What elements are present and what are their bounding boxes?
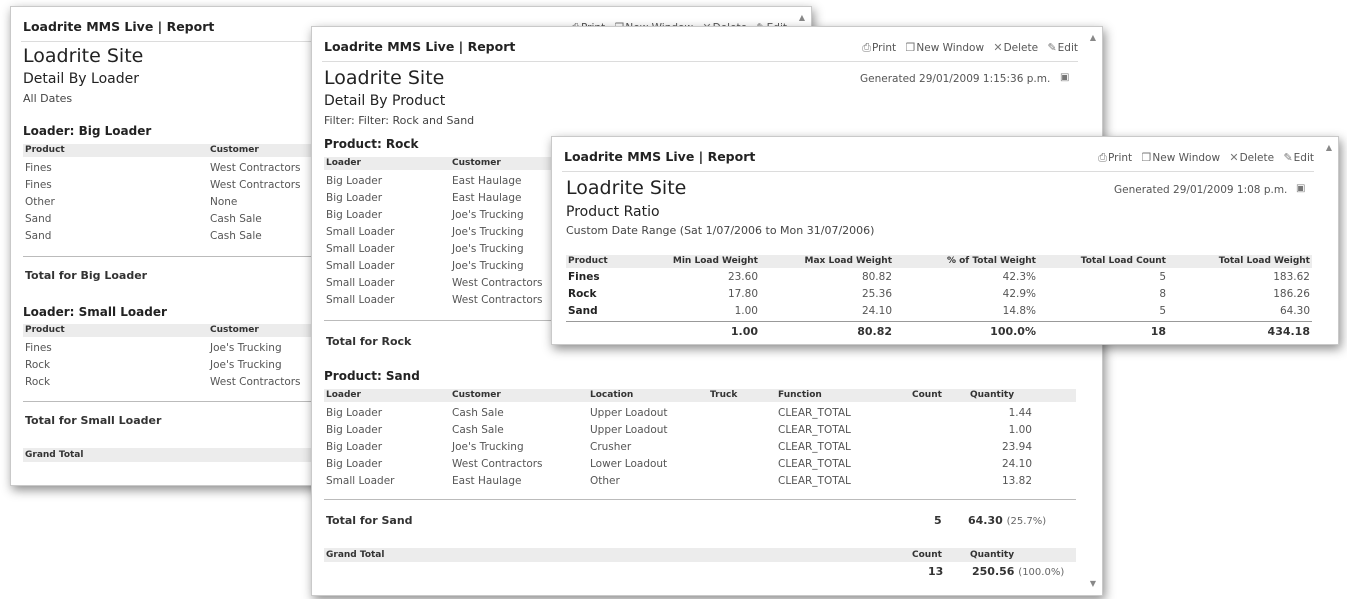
grand-total-quantity-header: Quantity	[970, 550, 1015, 560]
report-filter: All Dates	[23, 92, 73, 105]
print-button[interactable]: ⎙Print	[862, 41, 896, 55]
total-label-rock: Total for Rock	[326, 335, 412, 348]
column-header-loader: Loader	[326, 390, 361, 400]
scroll-up-icon[interactable]: ▲	[1086, 31, 1100, 45]
scroll-up-icon[interactable]: ▲	[795, 11, 809, 25]
table-header: Loader Customer Location Truck Function …	[324, 389, 1076, 402]
printer-icon: ⎙	[1098, 151, 1108, 164]
new-window-button[interactable]: ❐New Window	[906, 41, 985, 54]
total-label-sand: Total for Sand	[326, 514, 413, 527]
divider	[23, 256, 323, 257]
grand-total-label: Grand Total	[25, 450, 84, 460]
edit-icon: ✎	[1283, 151, 1293, 164]
window-header: Loadrite MMS Live | Report ⎙Print ❐New W…	[322, 37, 1078, 62]
grand-total-label: Grand Total	[326, 550, 385, 560]
total-label-big-loader: Total for Big Loader	[25, 269, 148, 282]
site-name: Loadrite Site	[324, 67, 445, 89]
grand-total-quantity: 250.56 (100.0%)	[972, 565, 1065, 578]
scroll-down-icon[interactable]: ▼	[1086, 577, 1100, 591]
column-header-truck: Truck	[710, 390, 738, 400]
delete-button[interactable]: ✕Delete	[1229, 151, 1274, 164]
divider	[566, 321, 1312, 322]
column-header-customer: Customer	[210, 145, 259, 155]
app-title: Loadrite MMS Live | Report	[324, 39, 516, 54]
grand-total-bar: Grand Total	[23, 448, 323, 462]
table-header: Product Customer	[23, 144, 323, 157]
edit-button[interactable]: ✎Edit	[1283, 151, 1314, 164]
column-header-customer: Customer	[452, 158, 501, 168]
report-filter: Custom Date Range (Sat 1/07/2006 to Mon …	[566, 224, 875, 237]
column-header-count: Count	[912, 390, 942, 400]
print-button[interactable]: ⎙Print	[1098, 151, 1132, 165]
column-header-customer: Customer	[210, 325, 259, 335]
column-header-product: Product	[25, 325, 65, 335]
site-name: Loadrite Site	[566, 177, 687, 199]
group-heading-sand: Product: Sand	[324, 369, 420, 383]
column-header-product: Product	[25, 145, 65, 155]
column-header-total-load-weight: Total Load Weight	[1218, 256, 1310, 266]
edit-button[interactable]: ✎Edit	[1047, 41, 1078, 54]
export-icon[interactable]: ▣	[1296, 183, 1305, 194]
new-window-button[interactable]: ❐New Window	[1142, 151, 1221, 164]
column-header-quantity: Quantity	[970, 390, 1015, 400]
column-header-loader: Loader	[326, 158, 361, 168]
column-header-function: Function	[778, 390, 822, 400]
window-actions: ⎙Print ❐New Window ✕Delete ✎Edit	[1092, 151, 1314, 165]
vertical-scrollbar[interactable]: ▲	[1322, 141, 1336, 340]
total-quantity-sand: 64.30 (25.7%)	[968, 514, 1047, 527]
total-label-small-loader: Total for Small Loader	[25, 414, 162, 427]
table-header: Product Min Load Weight Max Load Weight …	[566, 255, 1312, 268]
report-title: Detail By Product	[324, 93, 446, 109]
report-title: Detail By Loader	[23, 71, 139, 87]
app-title: Loadrite MMS Live | Report	[23, 19, 215, 34]
column-header-location: Location	[590, 390, 634, 400]
total-count-sand: 5	[934, 514, 942, 527]
column-header-customer: Customer	[452, 390, 501, 400]
delete-button[interactable]: ✕Delete	[993, 41, 1038, 54]
export-icon[interactable]: ▣	[1060, 72, 1069, 83]
divider	[23, 401, 323, 402]
generated-timestamp: Generated 29/01/2009 1:08 p.m.	[1114, 184, 1288, 196]
report-title: Product Ratio	[566, 204, 660, 220]
edit-icon: ✎	[1047, 41, 1057, 54]
delete-icon: ✕	[993, 41, 1003, 54]
window-actions: ⎙Print ❐New Window ✕Delete ✎Edit	[856, 41, 1078, 55]
divider	[324, 499, 1076, 500]
grand-total-count-header: Count	[912, 550, 942, 560]
delete-icon: ✕	[1229, 151, 1239, 164]
column-header-max-load-weight: Max Load Weight	[804, 256, 892, 266]
app-title: Loadrite MMS Live | Report	[564, 149, 756, 164]
table-header: Product Customer	[23, 324, 323, 337]
report-window-product-ratio: Loadrite MMS Live | Report ⎙Print ❐New W…	[551, 136, 1339, 345]
column-header-product: Product	[568, 256, 608, 266]
site-name: Loadrite Site	[23, 45, 144, 67]
total-pct-sand: (25.7%)	[1006, 516, 1047, 527]
generated-timestamp: Generated 29/01/2009 1:15:36 p.m.	[860, 73, 1051, 85]
printer-icon: ⎙	[862, 41, 872, 54]
column-header-min-load-weight: Min Load Weight	[672, 256, 758, 266]
column-header-pct-total-weight: % of Total Weight	[946, 256, 1036, 266]
column-header-total-load-count: Total Load Count	[1080, 256, 1166, 266]
window-header: Loadrite MMS Live | Report ⎙Print ❐New W…	[562, 147, 1314, 172]
new-window-icon: ❐	[905, 41, 916, 54]
report-filter: Filter: Filter: Rock and Sand	[324, 114, 475, 127]
grand-total-pct: (100.0%)	[1018, 567, 1065, 578]
grand-total-count: 13	[928, 565, 944, 578]
group-heading-big-loader: Loader: Big Loader	[23, 124, 152, 138]
grand-total-bar: Grand Total Count Quantity	[324, 548, 1076, 562]
new-window-icon: ❐	[1141, 151, 1152, 164]
group-heading-rock: Product: Rock	[324, 137, 419, 151]
scroll-up-icon[interactable]: ▲	[1322, 141, 1336, 155]
group-heading-small-loader: Loader: Small Loader	[23, 305, 167, 319]
